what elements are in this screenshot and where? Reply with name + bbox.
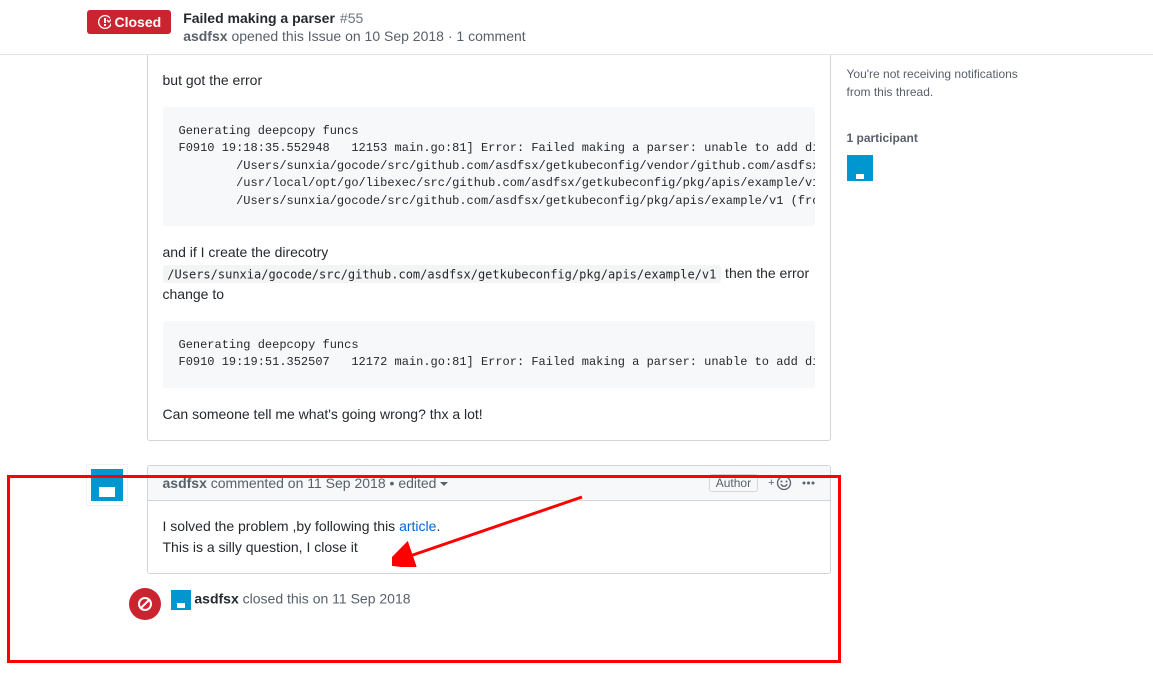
issue-meta-date: on 10 Sep 2018 [345, 28, 444, 44]
participants-section: 1 participant [847, 131, 1067, 181]
issue-meta-comments: 1 comment [456, 28, 525, 44]
close-event: asdfsx closed this on 11 Sep 2018 [87, 574, 831, 626]
issue-author-link[interactable]: asdfsx [183, 28, 227, 44]
comment-text: Can someone tell me what's going wrong? … [163, 404, 815, 425]
issue-meta: asdfsx opened this Issue on 10 Sep 2018 … [183, 28, 1066, 44]
edited-dropdown[interactable]: edited [398, 475, 448, 491]
closed-event-badge [129, 588, 161, 620]
article-link[interactable]: article [399, 518, 436, 534]
kebab-icon [802, 481, 815, 485]
comment-author-link[interactable]: asdfsx [163, 475, 207, 491]
add-reaction-button[interactable]: + [768, 475, 791, 491]
issue-meta-action: opened this Issue [231, 28, 341, 44]
comment-text: but got the error [163, 70, 815, 91]
issue-closed-icon [97, 14, 111, 30]
participant-avatar[interactable] [847, 155, 873, 181]
comment-menu-button[interactable] [802, 481, 815, 485]
comment-header: asdfsx commented on 11 Sep 2018 • edited… [148, 466, 830, 501]
event-date-link[interactable]: on 11 Sep 2018 [313, 590, 411, 606]
notification-status: You're not receiving notifications from … [847, 65, 1067, 101]
comment-date-link[interactable]: on 11 Sep 2018 [288, 475, 386, 491]
issue-sticky-header: Closed Failed making a parser #55 asdfsx… [0, 0, 1153, 55]
code-block[interactable]: Generating deepcopy funcs F0910 19:19:51… [163, 321, 815, 388]
avatar[interactable] [87, 465, 127, 505]
state-label: Closed [115, 14, 162, 30]
author-label: Author [709, 474, 758, 492]
comment-text: and if I create the direcotry /Users/sun… [163, 242, 815, 305]
issue-title: Failed making a parser [183, 10, 335, 26]
event-author-link[interactable]: asdfsx [194, 590, 238, 606]
smiley-icon [776, 475, 792, 491]
first-comment: but got the error Generating deepcopy fu… [87, 55, 831, 441]
inline-code: /Users/sunxia/gocode/src/github.com/asdf… [163, 265, 722, 284]
sidebar: You're not receiving notifications from … [847, 55, 1067, 626]
issue-state-badge: Closed [87, 10, 172, 34]
participants-label: 1 participant [847, 131, 1067, 145]
issue-title-row: Failed making a parser #55 [183, 10, 1066, 26]
circle-slash-icon [137, 596, 153, 612]
comment-action: commented [211, 475, 284, 491]
second-comment: asdfsx commented on 11 Sep 2018 • edited… [87, 465, 831, 574]
caret-down-icon [440, 482, 448, 486]
code-block[interactable]: Generating deepcopy funcs F0910 19:18:35… [163, 107, 815, 226]
comment-text: I solved the problem ,by following this … [163, 516, 815, 558]
event-action: closed this [243, 590, 309, 606]
issue-number: #55 [340, 10, 363, 26]
avatar-small[interactable] [171, 590, 191, 610]
